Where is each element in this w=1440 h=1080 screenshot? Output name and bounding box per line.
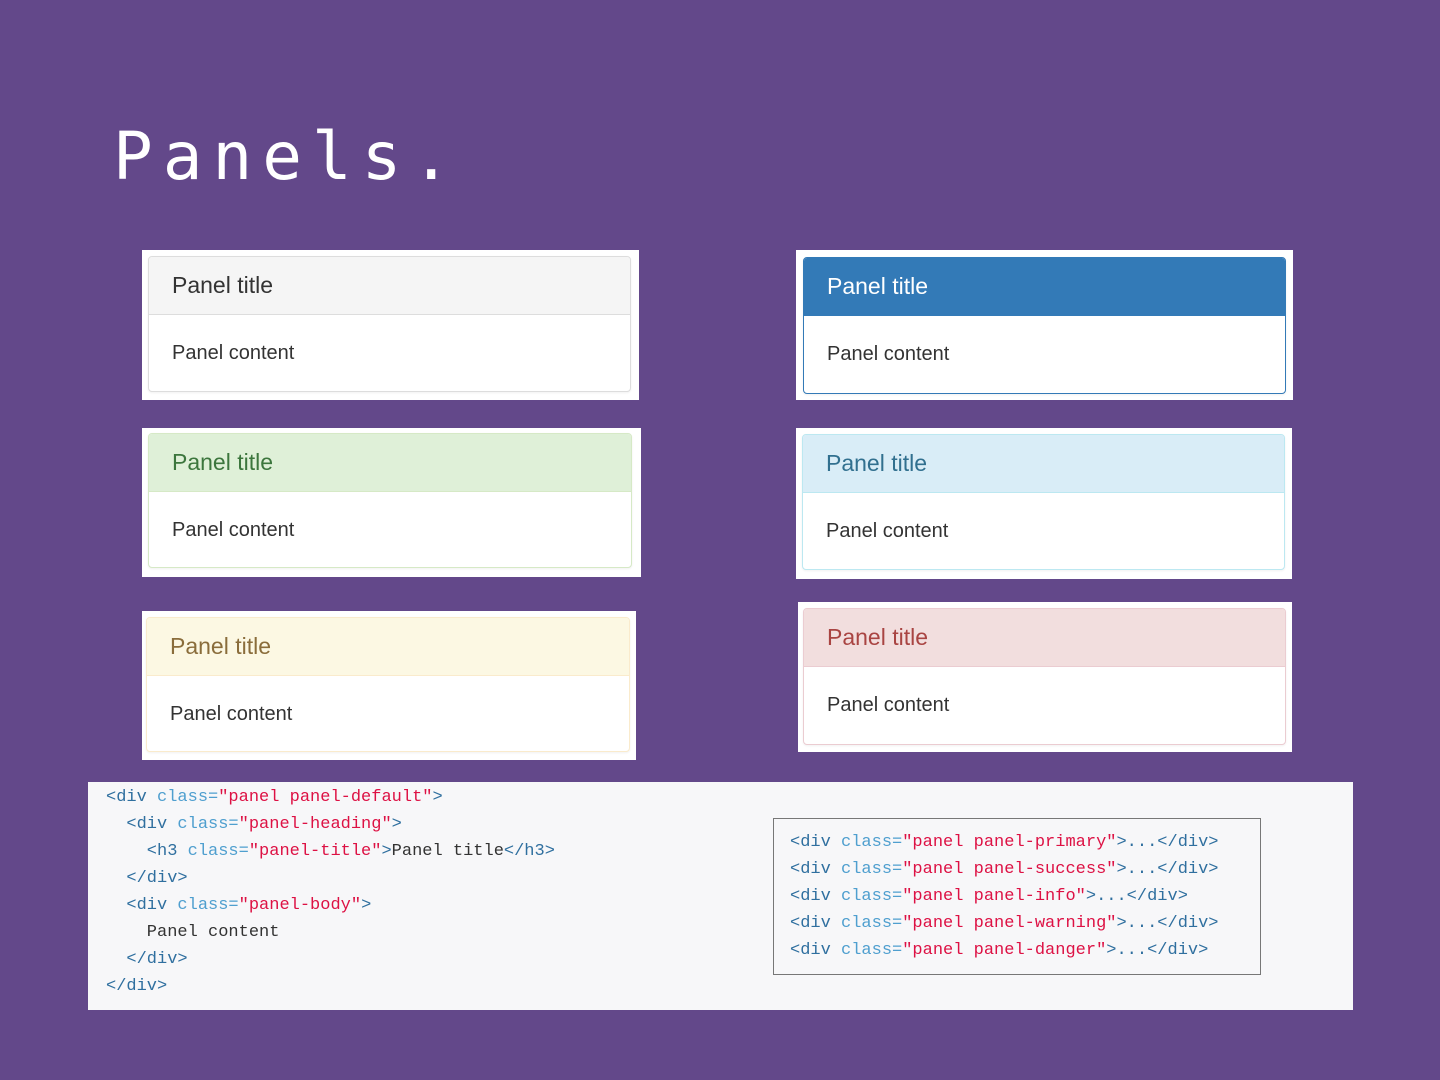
code-variants-box: <div class="panel panel-primary">...</di… (773, 818, 1261, 975)
panel-content: Panel content (170, 702, 293, 725)
panel-title: Panel title (172, 449, 274, 475)
code-token-attr: class= (177, 815, 239, 834)
code-token-attr: class= (841, 941, 903, 960)
panel-default: Panel title Panel content (148, 256, 631, 392)
code-line: </div> (106, 973, 555, 1000)
panel-frame-warning: Panel title Panel content (142, 611, 636, 760)
code-token-tag: > (391, 815, 402, 834)
code-token-str: "panel panel-default" (218, 788, 433, 807)
panel-title: Panel title (826, 450, 928, 476)
code-token-tag: >...</div> (1106, 941, 1209, 960)
code-line: <div class="panel-heading"> (106, 811, 555, 838)
code-token-tag: <div (106, 788, 158, 807)
code-main: <div class="panel panel-default"> <div c… (106, 784, 555, 1000)
code-token-str: "panel-heading" (238, 815, 392, 834)
panel-frame-success: Panel title Panel content (142, 428, 641, 577)
code-token-tag: >...</div> (1116, 860, 1219, 879)
panel-content: Panel content (172, 341, 295, 364)
code-token-attr: class= (841, 887, 903, 906)
panel-title: Panel title (170, 633, 272, 659)
panel-frame-primary: Panel title Panel content (796, 250, 1293, 400)
panel-title: Panel title (827, 273, 929, 299)
code-token-attr: class= (841, 833, 903, 852)
code-example: <div class="panel panel-default"> <div c… (88, 782, 1353, 1010)
panel-frame-info: Panel title Panel content (796, 428, 1292, 579)
panel-content: Panel content (827, 342, 950, 365)
code-line: <div class="panel panel-default"> (106, 784, 555, 811)
code-line: </div> (106, 865, 555, 892)
code-token-tag: >...</div> (1116, 914, 1219, 933)
code-token-attr: class= (157, 788, 219, 807)
code-token-attr: class= (841, 914, 903, 933)
code-token-str: "panel-title" (248, 842, 382, 861)
code-token-str: "panel-body" (238, 896, 362, 915)
code-token-tag: > (432, 788, 443, 807)
panel-body: Panel content (147, 676, 629, 751)
code-token-tag: </div> (106, 977, 168, 996)
panel-content: Panel content (826, 519, 949, 542)
panel-body: Panel content (149, 315, 630, 391)
code-token-tag: > (381, 842, 392, 861)
code-token-tag: <div (106, 815, 178, 834)
code-line: <div class="panel panel-info">...</div> (790, 883, 1219, 910)
code-token-attr: class= (177, 896, 239, 915)
code-token-txt: Panel content (106, 923, 280, 942)
panel-primary: Panel title Panel content (803, 257, 1286, 394)
panel-heading: Panel title (804, 609, 1285, 667)
code-line: </div> (106, 946, 555, 973)
code-line: Panel content (106, 919, 555, 946)
panel-content: Panel content (172, 518, 295, 541)
panel-success: Panel title Panel content (148, 433, 632, 568)
code-token-tag: </h3> (503, 842, 555, 861)
panel-danger: Panel title Panel content (803, 608, 1286, 745)
slide-title: Panels. (113, 118, 462, 195)
panel-title: Panel title (827, 624, 929, 650)
code-line: <div class="panel-body"> (106, 892, 555, 919)
code-token-str: "panel panel-success" (902, 860, 1117, 879)
code-token-tag: > (361, 896, 372, 915)
code-token-tag: </div> (106, 869, 188, 888)
code-token-tag: <div (790, 860, 842, 879)
panel-heading: Panel title (804, 258, 1285, 316)
code-line: <div class="panel panel-warning">...</di… (790, 910, 1219, 937)
panel-content: Panel content (827, 693, 950, 716)
panel-heading: Panel title (149, 257, 630, 315)
panel-heading: Panel title (803, 435, 1284, 493)
code-token-str: "panel panel-primary" (902, 833, 1117, 852)
code-token-attr: class= (841, 860, 903, 879)
code-token-tag: </div> (106, 950, 188, 969)
code-token-tag: <div (790, 833, 842, 852)
code-token-attr: class= (187, 842, 249, 861)
code-token-tag: <div (790, 887, 842, 906)
panel-heading: Panel title (147, 618, 629, 676)
panel-body: Panel content (803, 493, 1284, 569)
code-token-str: "panel panel-info" (902, 887, 1086, 906)
code-token-str: "panel panel-danger" (902, 941, 1107, 960)
code-token-tag: <h3 (106, 842, 188, 861)
code-line: <div class="panel panel-primary">...</di… (790, 829, 1219, 856)
panel-info: Panel title Panel content (802, 434, 1285, 570)
panel-body: Panel content (149, 492, 631, 567)
code-token-tag: <div (790, 914, 842, 933)
panel-frame-default: Panel title Panel content (142, 250, 639, 400)
code-token-tag: <div (106, 896, 178, 915)
code-variants: <div class="panel panel-primary">...</di… (790, 829, 1219, 964)
panel-title: Panel title (172, 272, 274, 298)
code-token-tag: <div (790, 941, 842, 960)
code-token-tag: >...</div> (1085, 887, 1188, 906)
code-token-tag: >...</div> (1116, 833, 1219, 852)
code-line: <h3 class="panel-title">Panel title</h3> (106, 838, 555, 865)
panel-heading: Panel title (149, 434, 631, 492)
code-line: <div class="panel panel-success">...</di… (790, 856, 1219, 883)
panel-warning: Panel title Panel content (146, 617, 630, 752)
panel-body: Panel content (804, 667, 1285, 743)
panel-frame-danger: Panel title Panel content (798, 602, 1292, 752)
code-token-str: "panel panel-warning" (902, 914, 1117, 933)
panel-body: Panel content (804, 316, 1285, 392)
code-token-txt: Panel title (391, 842, 504, 861)
code-line: <div class="panel panel-danger">...</div… (790, 937, 1219, 964)
